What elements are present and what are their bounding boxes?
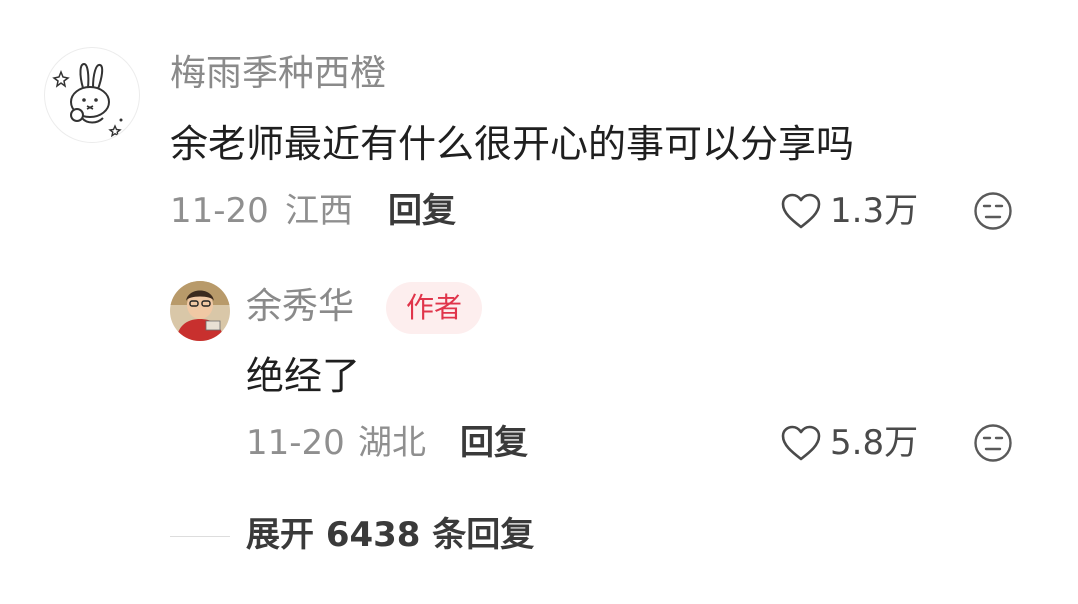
commenter-username[interactable]: 梅雨季种西橙 [170,52,386,96]
heart-icon [781,193,821,229]
author-username[interactable]: 余秀华 [246,285,354,329]
neutral-face-icon [974,424,1012,462]
author-badge: 作者 [386,282,483,334]
reply-date: 11-20 [246,423,345,463]
like-count: 1.3万 [830,191,919,231]
reply-text: 绝经了 [246,354,361,398]
heart-icon [781,425,821,461]
reply-like-count: 5.8万 [830,423,919,463]
emoji-reaction-button[interactable] [973,191,1013,235]
comment-text: 余老师最近有什么很开心的事可以分享吗 [170,122,855,166]
expand-replies-button[interactable]: 展开 6438 条回复 [246,514,534,556]
reply-location: 湖北 [358,423,426,463]
like-button[interactable]: 1.3万 [780,190,918,232]
reply-emoji-reaction-button[interactable] [973,423,1013,467]
comment-location: 江西 [285,191,353,231]
reply-like-button[interactable]: 5.8万 [780,422,918,464]
commenter-avatar[interactable] [44,47,140,143]
author-avatar[interactable] [170,281,230,341]
bunny-icon [52,62,123,138]
user-photo [170,281,230,341]
reply-to-reply-button[interactable]: 回复 [460,422,528,464]
neutral-face-icon [974,192,1012,230]
reply-button[interactable]: 回复 [388,190,456,232]
comment-date: 11-20 [170,191,269,231]
expand-divider [170,536,230,537]
